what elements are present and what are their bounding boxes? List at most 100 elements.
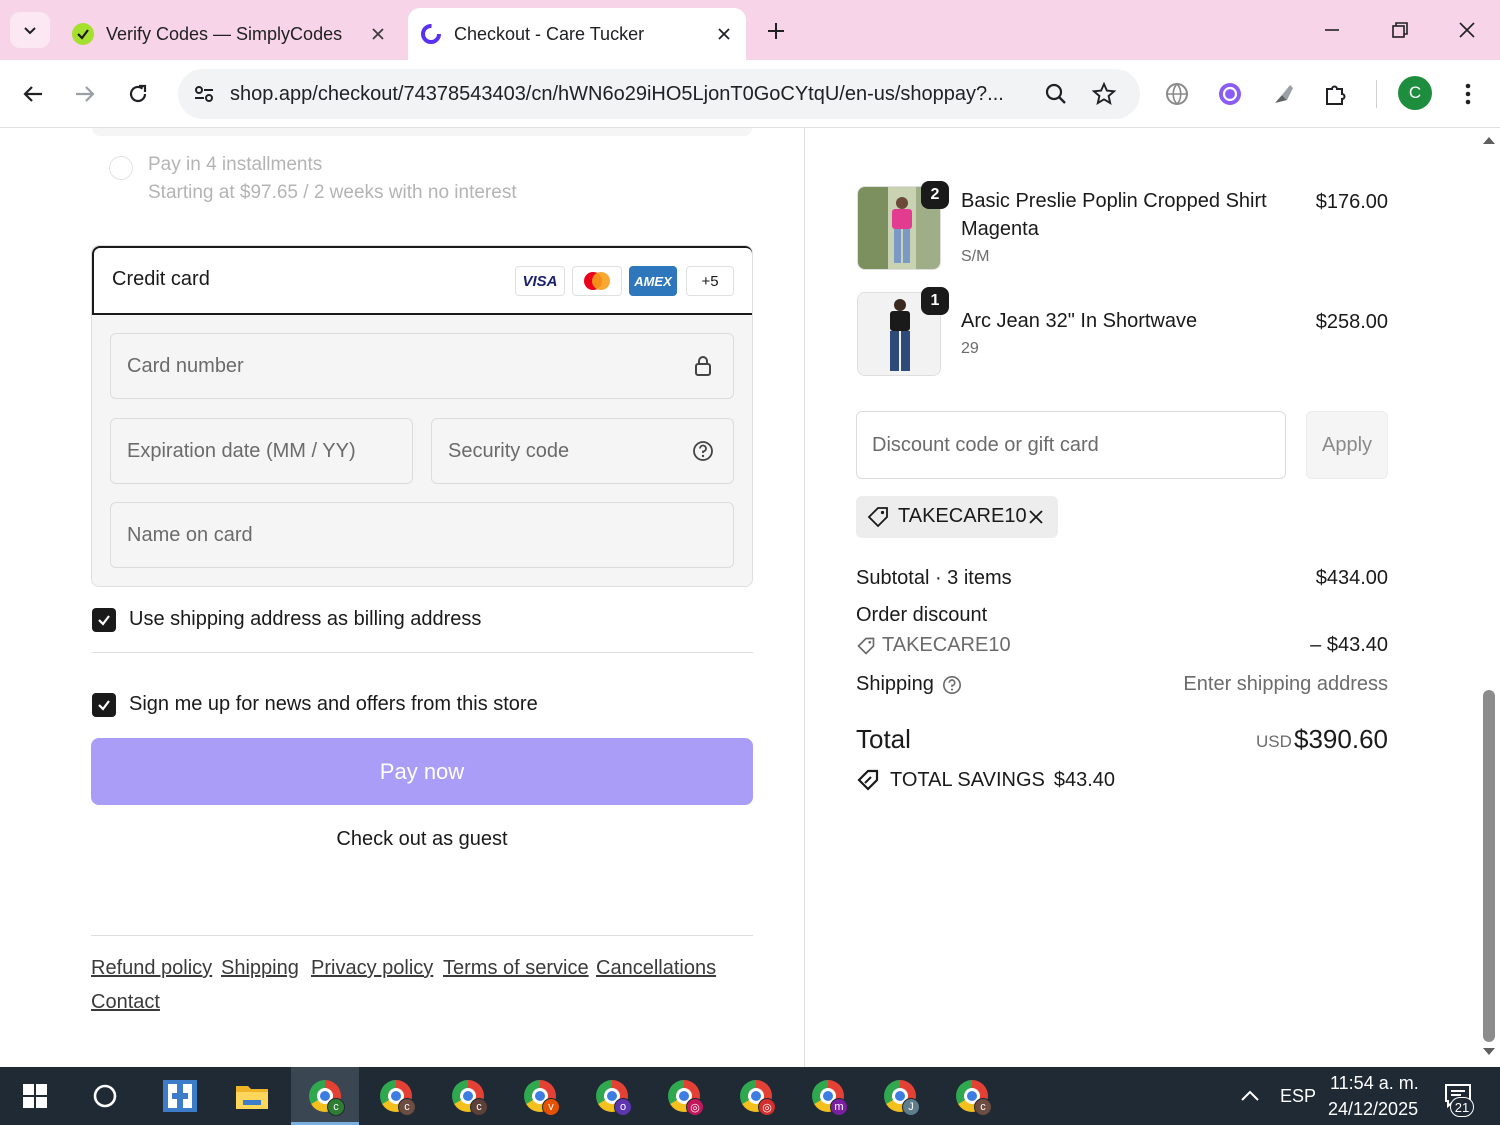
remove-code-icon[interactable] [1024, 505, 1048, 529]
taskbar-app[interactable]: c [938, 1067, 1006, 1125]
minimize-icon [1325, 29, 1339, 31]
checkout-as-guest-link[interactable]: Check out as guest [91, 828, 753, 851]
address-bar[interactable]: shop.app/checkout/74378543403/cn/hWN6o29… [178, 69, 1140, 119]
task-view-icon [163, 1080, 197, 1112]
contact-link[interactable]: Contact [91, 991, 160, 1014]
terms-of-service-link[interactable]: Terms of service [443, 957, 589, 980]
help-circle-icon[interactable] [691, 439, 715, 463]
product-name: Basic Preslie Poplin Cropped Shirt Magen… [961, 190, 1267, 240]
tab-strip: Verify Codes — SimplyCodes Checkout - Ca… [0, 0, 1500, 60]
security-code-field[interactable] [431, 418, 734, 484]
newsletter-checkbox[interactable] [92, 693, 116, 717]
installments-radio[interactable] [109, 156, 133, 180]
tab-checkout[interactable]: Checkout - Care Tucker [408, 8, 746, 60]
privacy-policy-link[interactable]: Privacy policy [311, 957, 433, 980]
tab-search-button[interactable] [10, 12, 50, 48]
pay-now-button[interactable]: Pay now [91, 738, 753, 805]
scroll-up-arrow[interactable] [1481, 134, 1497, 146]
help-circle-icon[interactable] [942, 675, 962, 695]
menu-kebab-icon[interactable] [1447, 73, 1489, 115]
name-on-card-field[interactable] [110, 502, 734, 568]
tab-title: Checkout - Care Tucker [454, 23, 645, 44]
subtotal-label: Subtotal · 3 items [856, 567, 1012, 589]
expiration-date-input[interactable] [111, 419, 412, 483]
billing-checkbox-label[interactable]: Use shipping address as billing address [129, 608, 481, 631]
clock-time[interactable]: 11:54 a. m. [1330, 1073, 1419, 1094]
taskbar-app[interactable]: J [866, 1067, 934, 1125]
task-view-button[interactable] [146, 1067, 214, 1125]
taskbar-app[interactable]: c [291, 1067, 359, 1125]
total-value: $390.60 [1294, 724, 1388, 754]
newsletter-checkbox-label[interactable]: Sign me up for news and offers from this… [129, 693, 538, 716]
taskbar-app[interactable]: c [362, 1067, 430, 1125]
language-indicator[interactable]: ESP [1280, 1086, 1316, 1107]
taskbar-app[interactable]: v [506, 1067, 574, 1125]
profile-badge: m [830, 1098, 848, 1116]
scroll-down-arrow[interactable] [1481, 1046, 1497, 1058]
chevron-up-icon [1241, 1090, 1259, 1101]
start-button[interactable] [0, 1067, 70, 1125]
tab-close-icon[interactable] [710, 20, 738, 48]
tab-simplycodes[interactable]: Verify Codes — SimplyCodes [58, 8, 400, 60]
cancellations-link[interactable]: Cancellations [596, 957, 716, 980]
product-price: $176.00 [1315, 191, 1388, 213]
discount-code-field[interactable] [856, 411, 1286, 479]
billing-checkbox[interactable] [92, 608, 116, 632]
url-text[interactable]: shop.app/checkout/74378543403/cn/hWN6o29… [230, 69, 1030, 119]
chrome-icon: J [884, 1080, 920, 1116]
simplycodes-favicon-icon [72, 23, 94, 45]
shipping-link[interactable]: Shipping [221, 957, 299, 980]
shipping-label: Shipping [856, 673, 934, 695]
chrome-icon: v [524, 1080, 560, 1116]
zoom-icon[interactable] [1036, 74, 1076, 114]
name-on-card-input[interactable] [111, 503, 733, 567]
new-tab-button[interactable] [760, 15, 792, 47]
extensions-puzzle-icon[interactable] [1315, 73, 1357, 115]
profile-badge: c [327, 1098, 345, 1116]
brush-extension-icon[interactable] [1262, 73, 1304, 115]
profile-badge: J [902, 1098, 920, 1116]
simplycodes-extension-icon[interactable] [1209, 73, 1251, 115]
tab-close-icon[interactable] [364, 20, 392, 48]
notification-center-button[interactable]: 21 [1432, 1067, 1484, 1125]
refund-policy-link[interactable]: Refund policy [91, 957, 212, 980]
clock-date[interactable]: 24/12/2025 [1328, 1099, 1418, 1120]
reload-button[interactable] [116, 72, 160, 116]
close-window-button[interactable] [1447, 10, 1487, 50]
site-settings-icon[interactable] [186, 76, 222, 112]
restore-button[interactable] [1380, 10, 1420, 50]
applied-code-chip: TAKECARE10 [856, 496, 1058, 538]
credit-card-label: Credit card [112, 268, 210, 290]
expiration-date-field[interactable] [110, 418, 413, 484]
search-button[interactable] [72, 1067, 138, 1125]
browser-toolbar: shop.app/checkout/74378543403/cn/hWN6o29… [0, 60, 1500, 128]
minimize-button[interactable] [1312, 10, 1352, 50]
credit-card-option[interactable]: Credit card VISA AMEX +5 [92, 246, 752, 315]
taskbar-app[interactable]: m [794, 1067, 862, 1125]
bookmark-star-icon[interactable] [1084, 74, 1124, 114]
reload-icon [129, 84, 147, 103]
profile-avatar[interactable]: C [1398, 76, 1432, 110]
forward-button[interactable] [63, 72, 107, 116]
taskbar-app[interactable]: o [578, 1067, 646, 1125]
taskbar-app[interactable]: c [434, 1067, 502, 1125]
discount-code-input[interactable] [857, 412, 1285, 478]
installments-title: Pay in 4 installments [148, 154, 323, 175]
card-number-field[interactable] [110, 333, 734, 399]
security-code-input[interactable] [432, 419, 733, 483]
chrome-icon: c [380, 1080, 416, 1116]
restore-icon [1392, 22, 1408, 38]
taskbar-app[interactable]: ◎ [650, 1067, 718, 1125]
file-explorer-button[interactable] [218, 1067, 286, 1125]
back-button[interactable] [11, 72, 55, 116]
tray-overflow-button[interactable] [1232, 1067, 1268, 1125]
apply-discount-button[interactable]: Apply [1306, 411, 1388, 479]
chrome-icon: ◎ [668, 1080, 704, 1116]
scrollbar-thumb[interactable] [1483, 690, 1495, 1042]
chrome-icon: c [309, 1080, 345, 1116]
translate-extension-icon[interactable] [1156, 73, 1198, 115]
tag-icon [867, 507, 888, 528]
arrow-left-icon [23, 86, 42, 102]
card-number-input[interactable] [111, 334, 733, 398]
taskbar-app[interactable]: ◎ [722, 1067, 790, 1125]
